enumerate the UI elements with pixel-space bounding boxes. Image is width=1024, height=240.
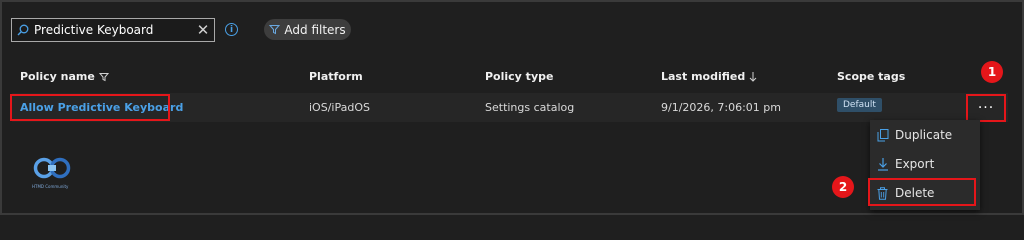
highlight-box-policy [10, 94, 170, 121]
platform-cell: iOS/iPadOS [309, 101, 370, 114]
filter-icon [269, 25, 281, 35]
download-icon [870, 157, 895, 171]
menu-item-export-label: Export [895, 157, 935, 171]
header-policy-type[interactable]: Policy type [485, 70, 553, 83]
add-filters-label: Add filters [284, 22, 346, 37]
add-filters-button[interactable]: Add filters [264, 19, 351, 40]
policy-type-cell: Settings catalog [485, 101, 575, 114]
step-marker-2: 2 [832, 176, 854, 198]
clear-icon[interactable]: ✕ [192, 21, 214, 39]
header-scope-tags[interactable]: Scope tags [837, 70, 905, 83]
logo-text: HTMD Community [32, 184, 69, 189]
search-input[interactable] [34, 20, 192, 40]
menu-item-duplicate-label: Duplicate [895, 128, 953, 142]
copy-icon [870, 128, 895, 142]
sort-descending-icon [749, 72, 757, 82]
more-icon: ··· [977, 100, 995, 116]
header-platform[interactable]: Platform [309, 70, 363, 83]
header-last-modified[interactable]: Last modified [661, 70, 757, 83]
step-marker-1: 1 [981, 61, 1003, 83]
search-box[interactable]: ✕ [11, 18, 215, 42]
search-icon [12, 24, 34, 36]
scope-tag-badge: Default [837, 98, 882, 112]
menu-item-export[interactable]: Export [870, 150, 980, 178]
header-policy-name-label: Policy name [20, 70, 95, 83]
header-policy-name[interactable]: Policy name [20, 70, 109, 83]
last-modified-cell: 9/1/2026, 7:06:01 pm [661, 101, 781, 114]
info-icon[interactable]: i [225, 23, 238, 36]
menu-item-duplicate[interactable]: Duplicate [870, 121, 980, 149]
header-last-modified-label: Last modified [661, 70, 746, 83]
highlight-box-delete [868, 178, 976, 206]
filter-icon[interactable] [98, 72, 109, 82]
more-actions-button[interactable]: ··· [966, 94, 1006, 122]
